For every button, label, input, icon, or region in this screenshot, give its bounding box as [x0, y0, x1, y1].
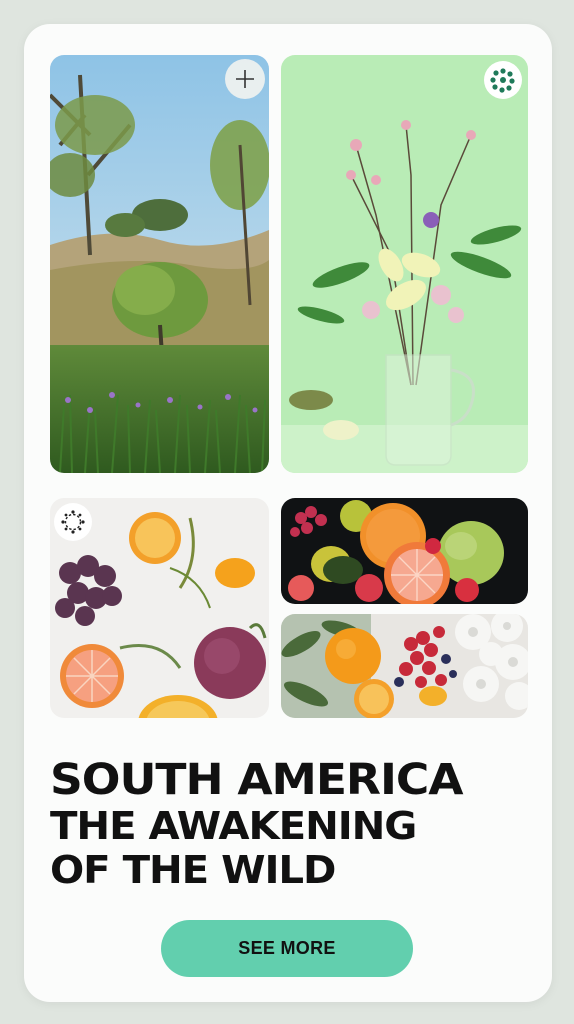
gallery-image-landscape[interactable]	[50, 55, 269, 473]
fruit-flowers-illustration	[281, 614, 528, 718]
options-button[interactable]	[484, 61, 522, 99]
headline-line-3: OF THE WILD	[50, 848, 336, 892]
gallery-image-fruit-flatlay[interactable]	[50, 498, 269, 718]
gallery-image-flower-vase[interactable]	[281, 55, 528, 473]
landscape-illustration	[50, 55, 269, 473]
fruit-dark-illustration	[281, 498, 528, 604]
dots-circle-icon	[490, 68, 515, 93]
vase-illustration	[281, 55, 528, 473]
headline: SOUTH AMERICA THE AWAKENING OF THE WILD	[50, 756, 540, 892]
gallery-image-fruit-dark[interactable]	[281, 498, 528, 604]
gallery-image-fruit-flowers[interactable]	[281, 614, 528, 718]
headline-line-1: SOUTH AMERICA	[50, 755, 464, 805]
ring-icon	[61, 510, 85, 534]
headline-line-2: THE AWAKENING	[50, 804, 417, 848]
focus-button[interactable]	[54, 503, 92, 541]
add-button[interactable]	[225, 59, 265, 99]
main-card: SOUTH AMERICA THE AWAKENING OF THE WILD …	[24, 24, 552, 1002]
plus-icon	[236, 70, 254, 88]
see-more-button[interactable]: SEE MORE	[161, 920, 413, 977]
